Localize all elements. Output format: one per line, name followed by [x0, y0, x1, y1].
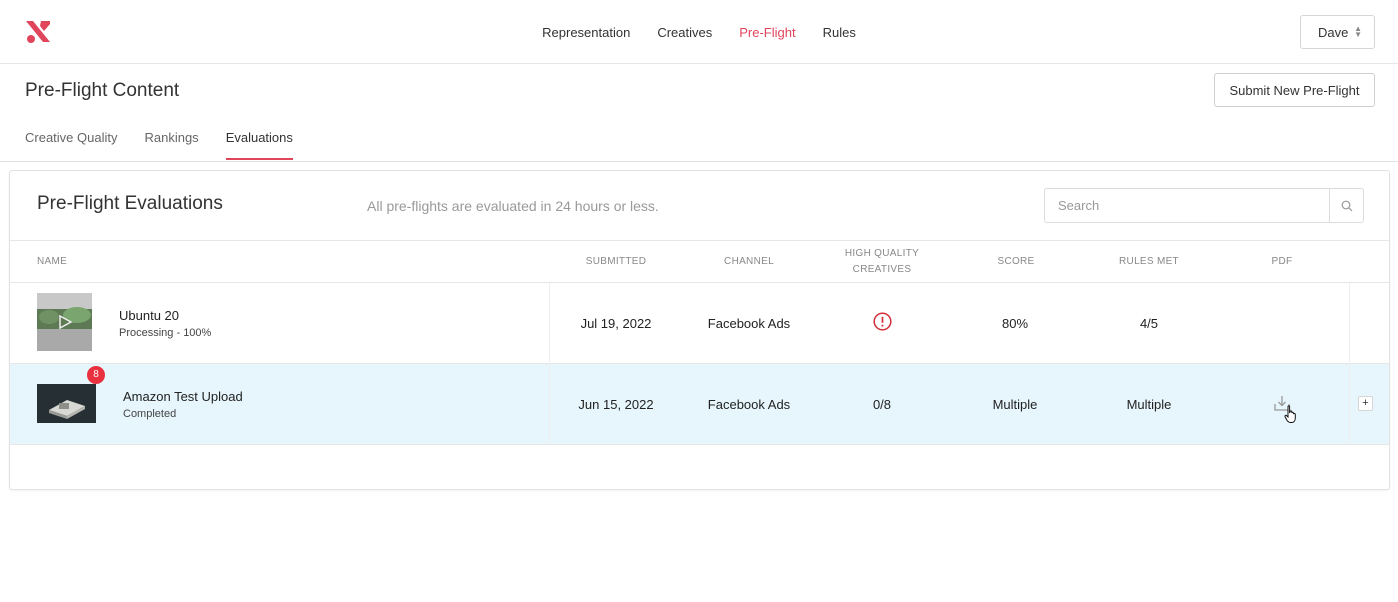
top-navigation-bar: Representation Creatives Pre-Flight Rule… [0, 0, 1398, 64]
score-value: 80% [1001, 316, 1029, 331]
search-icon [1341, 200, 1352, 211]
hand-pointer-cursor-icon [1284, 405, 1296, 423]
column-header-channel[interactable]: CHANNEL [699, 254, 799, 270]
table-row[interactable]: Ubuntu 20 Processing - 100% Jul 19, 2022… [10, 283, 1389, 364]
notification-badge: 8 [87, 366, 105, 384]
expand-row-button[interactable]: + [1358, 396, 1373, 411]
column-divider [549, 364, 550, 445]
nav-item-pre-flight[interactable]: Pre-Flight [739, 25, 795, 40]
nav-item-rules[interactable]: Rules [823, 25, 856, 40]
search-input[interactable] [1044, 188, 1330, 223]
card-title: Pre-Flight Evaluations [37, 193, 223, 214]
search-box [1044, 188, 1364, 223]
table-header: NAME SUBMITTED CHANNEL HIGH QUALITY CREA… [10, 240, 1389, 283]
image-thumbnail[interactable] [37, 384, 96, 423]
submitted-date: Jun 15, 2022 [578, 397, 654, 412]
table-row[interactable]: 8 Amazon Test Upload Completed Jun 15, 2… [10, 364, 1389, 445]
rules-met-value: 4/5 [1139, 316, 1159, 331]
evaluation-name[interactable]: Ubuntu 20 [119, 308, 179, 323]
page-header: Pre-Flight Content Submit New Pre-Flight… [0, 64, 1398, 162]
column-header-high-quality-creatives[interactable]: HIGH QUALITY CREATIVES [822, 246, 942, 278]
main-nav: Representation Creatives Pre-Flight Rule… [0, 0, 1398, 64]
page-title: Pre-Flight Content [25, 80, 180, 101]
search-button[interactable] [1329, 188, 1364, 223]
chevron-up-down-icon: ▲ ▼ [1354, 24, 1362, 39]
evaluations-card: Pre-Flight Evaluations All pre-flights a… [9, 170, 1390, 490]
card-subtitle: All pre-flights are evaluated in 24 hour… [367, 198, 659, 214]
channel-value: Facebook Ads [707, 316, 791, 331]
alert-circle-icon [873, 312, 892, 331]
submit-new-pre-flight-button[interactable]: Submit New Pre-Flight [1214, 73, 1375, 107]
user-name: Dave [1318, 24, 1349, 40]
evaluation-status: Completed [123, 408, 177, 420]
column-header-submitted[interactable]: SUBMITTED [566, 254, 666, 270]
high-quality-creatives-value: 0/8 [872, 397, 892, 412]
user-menu-select[interactable]: Dave ▲ ▼ [1300, 15, 1375, 49]
column-header-hq-line2: CREATIVES [852, 264, 912, 275]
video-thumbnail[interactable] [37, 293, 92, 351]
nav-item-creatives[interactable]: Creatives [657, 25, 712, 40]
column-divider [549, 283, 550, 364]
tab-evaluations[interactable]: Evaluations [225, 130, 294, 160]
evaluation-status: Processing - 100% [119, 327, 212, 339]
evaluation-name[interactable]: Amazon Test Upload [123, 389, 243, 404]
column-divider [1349, 283, 1350, 364]
column-header-pdf: PDF [1271, 256, 1293, 267]
column-divider [1349, 364, 1350, 445]
tab-creative-quality[interactable]: Creative Quality [25, 130, 117, 160]
column-header-rules-met[interactable]: RULES MET [1099, 254, 1199, 270]
nav-item-representation[interactable]: Representation [542, 25, 630, 40]
product-image [37, 384, 96, 423]
column-header-name[interactable]: NAME [37, 254, 67, 270]
column-header-score[interactable]: SCORE [966, 254, 1066, 270]
tab-rankings[interactable]: Rankings [144, 130, 198, 160]
column-header-hq-line1: HIGH QUALITY [844, 248, 920, 259]
play-icon [59, 314, 73, 330]
submitted-date: Jul 19, 2022 [580, 316, 652, 331]
rules-met-value[interactable]: Multiple [1084, 397, 1214, 412]
channel-value: Facebook Ads [707, 397, 791, 412]
score-value[interactable]: Multiple [950, 397, 1080, 412]
content-tabs: Creative Quality Rankings Evaluations [25, 130, 294, 160]
